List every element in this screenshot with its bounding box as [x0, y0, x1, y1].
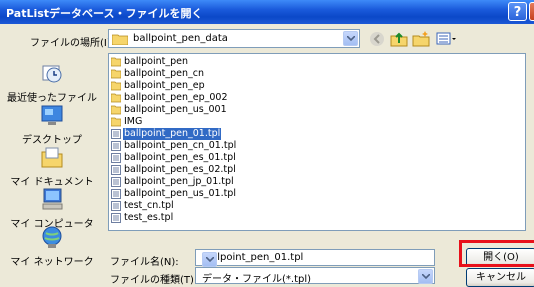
- file-icon: [111, 213, 121, 223]
- place-my-network[interactable]: マイ ネットワーク: [5, 225, 99, 268]
- chevron-down-icon[interactable]: [202, 252, 217, 267]
- place-label: デスクトップ: [22, 135, 82, 146]
- close-button[interactable]: [529, 2, 534, 21]
- my-network-icon: [40, 225, 64, 249]
- place-desktop[interactable]: デスクトップ: [5, 103, 99, 146]
- filename-value: ballpoint_pen_01.tpl: [202, 252, 304, 263]
- file-icon: [111, 165, 121, 175]
- folder-icon: [110, 81, 122, 91]
- file-name: ballpoint_pen_us_01.tpl: [124, 188, 236, 199]
- file-name: ballpoint_pen_cn: [124, 68, 204, 79]
- file-icon: [111, 177, 121, 187]
- place-label: マイ ネットワーク: [10, 257, 94, 268]
- file-name: ballpoint_pen_es_01.tpl: [124, 152, 236, 163]
- up-folder-icon[interactable]: [390, 30, 408, 48]
- file-icon: [111, 129, 121, 139]
- filename-input[interactable]: ballpoint_pen_01.tpl: [195, 249, 435, 267]
- folder-icon: [110, 105, 122, 115]
- place-label: マイ ドキュメント: [10, 177, 94, 188]
- folder-icon: [110, 117, 122, 127]
- file-list[interactable]: ballpoint_pen ballpoint_pen_cn ballpoint…: [108, 53, 526, 231]
- file-name: test_es.tpl: [124, 212, 174, 223]
- filetype-value: データ・ファイル(*.tpl): [202, 274, 312, 285]
- chevron-down-icon[interactable]: [343, 31, 358, 46]
- my-documents-icon: [40, 145, 64, 169]
- file-name: ballpoint_pen_jp_01.tpl: [124, 176, 234, 187]
- file-name: ballpoint_pen_us_001: [124, 104, 227, 115]
- help-button[interactable]: ?: [508, 2, 527, 21]
- window-title: PatListデータベース・ファイルを開く: [6, 7, 203, 20]
- file-icon: [111, 189, 121, 199]
- cancel-button[interactable]: キャンセル: [466, 268, 534, 287]
- file-name: ballpoint_pen_es_02.tpl: [124, 164, 236, 175]
- place-label: 最近使ったファイル: [7, 93, 97, 104]
- file-icon: [111, 153, 121, 163]
- look-in-label: ファイルの場所(I):: [30, 38, 115, 49]
- place-recent[interactable]: 最近使ったファイル: [5, 61, 99, 104]
- place-my-documents[interactable]: マイ ドキュメント: [5, 145, 99, 188]
- file-name: IMG: [124, 116, 143, 127]
- folder-icon: [110, 69, 122, 79]
- new-folder-icon[interactable]: [412, 30, 430, 48]
- folder-icon: [110, 93, 122, 103]
- recent-icon: [40, 61, 64, 85]
- file-icon: [111, 141, 121, 151]
- filename-label: ファイル名(N):: [110, 257, 179, 268]
- back-icon[interactable]: [368, 30, 386, 48]
- file-name: ballpoint_pen_01.tpl: [123, 128, 222, 140]
- title-bar[interactable]: PatListデータベース・ファイルを開く ?: [0, 0, 534, 24]
- file-name: test_cn.tpl: [124, 200, 174, 211]
- folder-icon: [110, 57, 122, 67]
- view-menu-icon[interactable]: [436, 30, 458, 48]
- file-name: ballpoint_pen_ep_002: [124, 92, 228, 103]
- filetype-dropdown[interactable]: データ・ファイル(*.tpl): [195, 267, 435, 285]
- file-name: ballpoint_pen_cn_01.tpl: [124, 140, 237, 151]
- desktop-icon: [40, 103, 64, 127]
- look-in-value: ballpoint_pen_data: [133, 33, 228, 44]
- place-my-computer[interactable]: マイ コンピュータ: [5, 187, 99, 230]
- file-name: ballpoint_pen: [124, 56, 189, 67]
- my-computer-icon: [40, 187, 64, 211]
- highlight-box: [459, 240, 534, 267]
- file-icon: [111, 201, 121, 211]
- folder-icon: [111, 33, 129, 48]
- file-name: ballpoint_pen_ep: [124, 80, 205, 91]
- filetype-label: ファイルの種類(T):: [110, 275, 198, 286]
- chevron-down-icon[interactable]: [418, 269, 433, 284]
- places-bar: 最近使ったファイル デスクトップ マイ ドキュメント マイ コンピュータ マイ …: [5, 53, 99, 268]
- look-in-dropdown[interactable]: ballpoint_pen_data: [108, 29, 360, 48]
